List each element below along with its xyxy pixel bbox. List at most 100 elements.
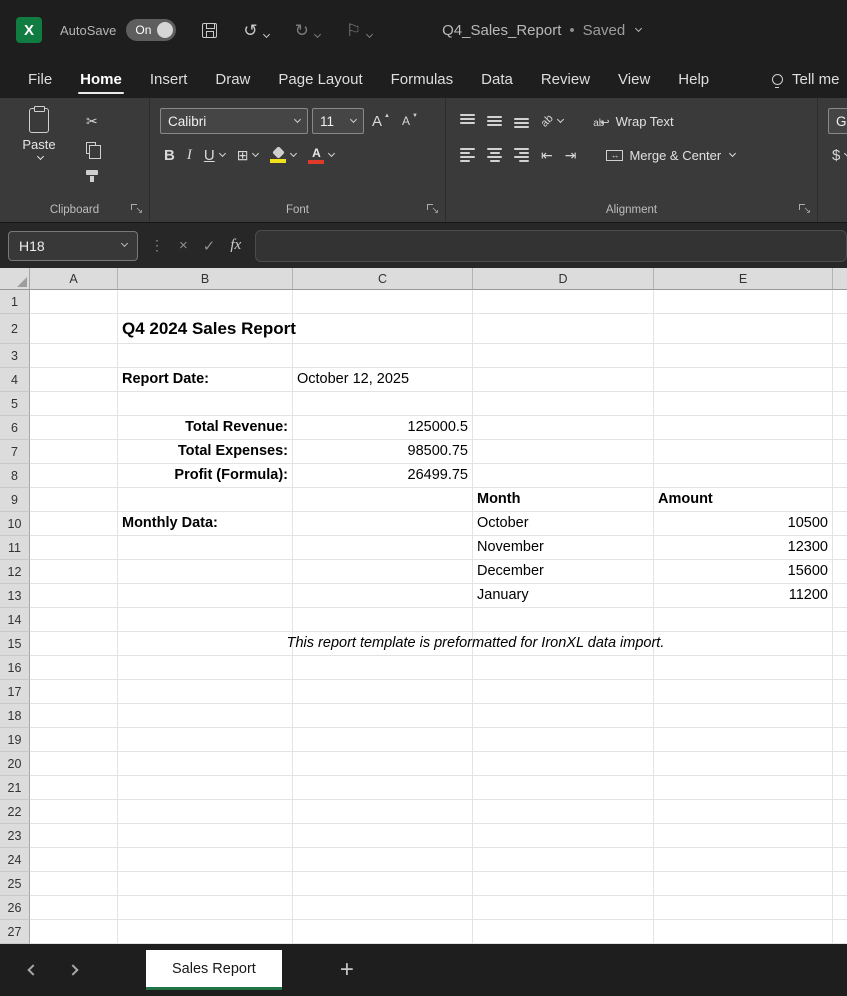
cell-C22[interactable] — [293, 800, 473, 824]
cell-D20[interactable] — [473, 752, 654, 776]
save-button[interactable] — [202, 23, 217, 38]
cell-D21[interactable] — [473, 776, 654, 800]
cell-D2[interactable] — [473, 314, 654, 344]
menu-tab-data[interactable]: Data — [467, 60, 527, 98]
cell-A14[interactable] — [30, 608, 118, 632]
cell-A9[interactable] — [30, 488, 118, 512]
select-all-corner[interactable] — [0, 268, 30, 290]
cell-D24[interactable] — [473, 848, 654, 872]
cell-A20[interactable] — [30, 752, 118, 776]
cell-B10[interactable]: Monthly Data: — [118, 512, 293, 536]
cell-B16[interactable] — [118, 656, 293, 680]
cell-C3[interactable] — [293, 344, 473, 368]
cell-partial-3[interactable] — [833, 344, 847, 368]
cell-B5[interactable] — [118, 392, 293, 416]
row-header-23[interactable]: 23 — [0, 824, 30, 848]
cell-B7[interactable]: Total Expenses: — [118, 440, 293, 464]
cell-partial-21[interactable] — [833, 776, 847, 800]
cell-E26[interactable] — [654, 896, 833, 920]
row-header-11[interactable]: 11 — [0, 536, 30, 560]
cell-partial-27[interactable] — [833, 920, 847, 944]
row-header-13[interactable]: 13 — [0, 584, 30, 608]
cell-B1[interactable] — [118, 290, 293, 314]
cell-D23[interactable] — [473, 824, 654, 848]
cell-A18[interactable] — [30, 704, 118, 728]
bold-button[interactable]: B — [160, 144, 179, 166]
cell-E21[interactable] — [654, 776, 833, 800]
row-header-26[interactable]: 26 — [0, 896, 30, 920]
row-header-20[interactable]: 20 — [0, 752, 30, 776]
sheet-tab-sales-report[interactable]: Sales Report — [146, 950, 282, 990]
cell-B4[interactable]: Report Date: — [118, 368, 293, 392]
cell-C17[interactable] — [293, 680, 473, 704]
cell-A3[interactable] — [30, 344, 118, 368]
cell-C11[interactable] — [293, 536, 473, 560]
cell-partial-1[interactable] — [833, 290, 847, 314]
cell-B2[interactable]: Q4 2024 Sales Report — [118, 314, 293, 344]
cell-E27[interactable] — [654, 920, 833, 944]
cell-A7[interactable] — [30, 440, 118, 464]
menu-tab-draw[interactable]: Draw — [201, 60, 264, 98]
cell-B23[interactable] — [118, 824, 293, 848]
number-format-select[interactable]: General — [828, 108, 847, 134]
cell-partial-17[interactable] — [833, 680, 847, 704]
font-size-select[interactable]: 11 — [312, 108, 364, 134]
row-header-27[interactable]: 27 — [0, 920, 30, 944]
cut-button[interactable]: ✂ — [82, 110, 102, 132]
cell-C25[interactable] — [293, 872, 473, 896]
sheet-nav-right-button[interactable] — [56, 953, 90, 987]
cell-C27[interactable] — [293, 920, 473, 944]
row-header-7[interactable]: 7 — [0, 440, 30, 464]
cell-A13[interactable] — [30, 584, 118, 608]
cell-E12[interactable]: 15600 — [654, 560, 833, 584]
cell-partial-11[interactable] — [833, 536, 847, 560]
cell-A5[interactable] — [30, 392, 118, 416]
cell-E23[interactable] — [654, 824, 833, 848]
cell-B25[interactable] — [118, 872, 293, 896]
cell-B6[interactable]: Total Revenue: — [118, 416, 293, 440]
redo-button[interactable]: ↻ — [295, 22, 320, 39]
font-color-button[interactable]: A — [304, 144, 338, 166]
cell-A19[interactable] — [30, 728, 118, 752]
row-header-12[interactable]: 12 — [0, 560, 30, 584]
cell-partial-20[interactable] — [833, 752, 847, 776]
align-center-button[interactable] — [483, 144, 506, 166]
font-dialog-launcher[interactable]: ↘ — [427, 204, 439, 216]
cell-B24[interactable] — [118, 848, 293, 872]
cell-E1[interactable] — [654, 290, 833, 314]
row-header-15[interactable]: 15 — [0, 632, 30, 656]
cell-B18[interactable] — [118, 704, 293, 728]
cell-A4[interactable] — [30, 368, 118, 392]
decrease-indent-button[interactable]: ⇤ — [537, 144, 557, 166]
align-left-button[interactable] — [456, 144, 479, 166]
column-header-E[interactable]: E — [654, 268, 833, 290]
excel-app-icon[interactable]: X — [16, 17, 42, 43]
cell-A16[interactable] — [30, 656, 118, 680]
cell-E14[interactable] — [654, 608, 833, 632]
cell-D16[interactable] — [473, 656, 654, 680]
cell-B3[interactable] — [118, 344, 293, 368]
cell-partial-12[interactable] — [833, 560, 847, 584]
cell-B20[interactable] — [118, 752, 293, 776]
cell-A11[interactable] — [30, 536, 118, 560]
cell-partial-7[interactable] — [833, 440, 847, 464]
cell-E20[interactable] — [654, 752, 833, 776]
menu-tab-view[interactable]: View — [604, 60, 664, 98]
cell-D11[interactable]: November — [473, 536, 654, 560]
cell-D4[interactable] — [473, 368, 654, 392]
quick-access-button[interactable]: ⚐ — [346, 22, 372, 39]
cell-B12[interactable] — [118, 560, 293, 584]
align-top-button[interactable] — [456, 110, 479, 132]
cell-B26[interactable] — [118, 896, 293, 920]
cell-D14[interactable] — [473, 608, 654, 632]
paste-button[interactable]: Paste — [10, 106, 68, 198]
cell-partial-26[interactable] — [833, 896, 847, 920]
row-header-19[interactable]: 19 — [0, 728, 30, 752]
cell-E2[interactable] — [654, 314, 833, 344]
cell-B11[interactable] — [118, 536, 293, 560]
cell-C8[interactable]: 26499.75 — [293, 464, 473, 488]
cell-A24[interactable] — [30, 848, 118, 872]
align-bottom-button[interactable] — [510, 110, 533, 132]
align-middle-button[interactable] — [483, 110, 506, 132]
cell-B13[interactable] — [118, 584, 293, 608]
